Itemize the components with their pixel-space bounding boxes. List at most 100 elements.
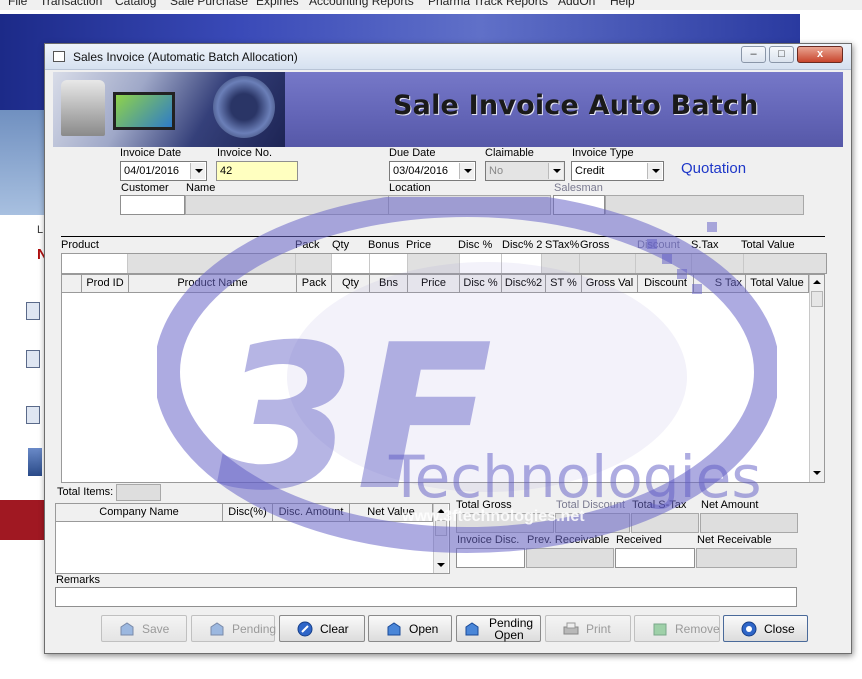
col-bns[interactable]: Bns bbox=[370, 275, 408, 292]
col-company-name[interactable]: Company Name bbox=[56, 504, 223, 521]
save-icon bbox=[120, 622, 134, 636]
window-close-button[interactable]: x bbox=[797, 46, 843, 63]
entry-header-stax: STax% bbox=[545, 239, 580, 251]
discount-input bbox=[636, 254, 692, 273]
product-entry-row bbox=[61, 253, 827, 274]
salesman-code-field[interactable] bbox=[553, 195, 605, 215]
report-icon[interactable] bbox=[26, 406, 40, 424]
chevron-down-icon[interactable] bbox=[190, 163, 205, 179]
col-price[interactable]: Price bbox=[408, 275, 460, 292]
due-date-picker[interactable]: 03/04/2016 bbox=[389, 161, 476, 181]
remarks-field[interactable] bbox=[55, 587, 797, 607]
scroll-down-icon[interactable] bbox=[434, 558, 448, 573]
qty-input[interactable] bbox=[332, 254, 370, 273]
col-disc[interactable]: Disc % bbox=[460, 275, 502, 292]
chevron-down-icon[interactable] bbox=[459, 163, 474, 179]
company-grid-scrollbar[interactable] bbox=[433, 504, 448, 573]
col-disc2[interactable]: Disc%2 bbox=[502, 275, 546, 292]
disc-input[interactable] bbox=[460, 254, 502, 273]
menu-file[interactable]: File bbox=[8, 0, 27, 8]
col-prod-id[interactable]: Prod ID bbox=[82, 275, 129, 292]
col-s-tax[interactable]: S Tax bbox=[694, 275, 746, 292]
menu-addon[interactable]: AddOn bbox=[558, 0, 595, 8]
col-product-name[interactable]: Product Name bbox=[129, 275, 297, 292]
invoice-no-field[interactable]: 42 bbox=[216, 161, 298, 181]
product-grid[interactable]: Prod ID Product Name Pack Qty Bns Price … bbox=[61, 274, 825, 483]
minimize-icon: – bbox=[750, 48, 757, 60]
disc2-input[interactable] bbox=[502, 254, 542, 273]
invoice-type-select[interactable]: Credit bbox=[571, 161, 664, 181]
invoice-date-picker[interactable]: 04/01/2016 bbox=[120, 161, 207, 181]
product-name-input[interactable] bbox=[128, 254, 296, 273]
col-qty[interactable]: Qty bbox=[332, 275, 370, 292]
customer-field[interactable] bbox=[120, 195, 185, 215]
scroll-up-icon[interactable] bbox=[434, 504, 448, 519]
dialog-titlebar[interactable]: Sales Invoice (Automatic Batch Allocatio… bbox=[45, 44, 851, 70]
total-items-label: Total Items: bbox=[57, 486, 114, 498]
total-gross-field bbox=[456, 513, 554, 533]
claimable-label: Claimable bbox=[485, 147, 534, 159]
scroll-down-icon[interactable] bbox=[810, 466, 824, 481]
remove-button[interactable]: Remove bbox=[634, 615, 720, 642]
salesman-name-field bbox=[605, 195, 804, 215]
print-button[interactable]: Print bbox=[545, 615, 631, 642]
close-icon bbox=[741, 621, 757, 637]
open-button[interactable]: Open bbox=[368, 615, 452, 642]
product-grid-scrollbar[interactable] bbox=[809, 275, 824, 482]
product-code-input[interactable] bbox=[62, 254, 128, 273]
menu-sale-purchase[interactable]: Sale Purchase bbox=[170, 0, 248, 8]
sales-invoice-dialog: Sales Invoice (Automatic Batch Allocatio… bbox=[44, 43, 852, 654]
pending-button[interactable]: Pending bbox=[191, 615, 277, 642]
claimable-select[interactable]: No bbox=[485, 161, 565, 181]
pending-open-icon bbox=[465, 622, 479, 636]
scroll-thumb[interactable] bbox=[435, 520, 447, 536]
col-net-value[interactable]: Net Value bbox=[350, 504, 433, 521]
pending-open-button[interactable]: Pending Open bbox=[456, 615, 541, 642]
section-divider bbox=[61, 236, 825, 237]
invoice-disc-field[interactable] bbox=[456, 548, 525, 568]
menu-pharma-track-reports[interactable]: Pharma Track Reports bbox=[428, 0, 548, 8]
entry-header-total-value: Total Value bbox=[741, 239, 795, 251]
menu-transaction[interactable]: Transaction bbox=[40, 0, 102, 8]
received-field[interactable] bbox=[615, 548, 695, 568]
scroll-thumb[interactable] bbox=[811, 291, 823, 307]
menu-help[interactable]: Help bbox=[610, 0, 635, 8]
menu-expiries[interactable]: Expiries bbox=[256, 0, 299, 8]
col-gross-val[interactable]: Gross Val bbox=[582, 275, 638, 292]
net-amount-label: Net Amount bbox=[701, 499, 759, 511]
chevron-down-icon[interactable] bbox=[548, 163, 563, 179]
menu-accounting-reports[interactable]: Accounting Reports bbox=[309, 0, 414, 8]
total-items-field bbox=[116, 484, 161, 501]
col-disc-amount[interactable]: Disc. Amount bbox=[273, 504, 350, 521]
pending-label: Pending bbox=[232, 622, 277, 636]
col-total-value[interactable]: Total Value bbox=[746, 275, 809, 292]
bonus-input[interactable] bbox=[370, 254, 408, 273]
net-receivable-label: Net Receivable bbox=[697, 534, 772, 546]
book-icon[interactable] bbox=[28, 448, 42, 476]
menu-catalog[interactable]: Catalog bbox=[115, 0, 156, 8]
pack-input bbox=[296, 254, 332, 273]
clear-label: Clear bbox=[320, 622, 349, 636]
clear-button[interactable]: Clear bbox=[279, 615, 365, 642]
close-button[interactable]: Close bbox=[723, 615, 808, 642]
minimize-button[interactable]: – bbox=[741, 46, 766, 63]
company-grid-header: Company Name Disc(%) Disc. Amount Net Va… bbox=[56, 504, 433, 522]
chevron-down-icon[interactable] bbox=[647, 163, 662, 179]
scroll-up-icon[interactable] bbox=[810, 275, 824, 290]
app-side-letter: L bbox=[37, 224, 44, 236]
total-stax-field bbox=[631, 513, 699, 533]
clear-icon bbox=[297, 621, 313, 637]
clock-image bbox=[213, 76, 275, 138]
company-grid[interactable]: Company Name Disc(%) Disc. Amount Net Va… bbox=[55, 503, 450, 574]
col-pack[interactable]: Pack bbox=[297, 275, 332, 292]
col-company-disc[interactable]: Disc(%) bbox=[223, 504, 273, 521]
invoice-header-banner: Sale Invoice Auto Batch bbox=[53, 72, 843, 147]
col-st[interactable]: ST % bbox=[546, 275, 582, 292]
header-title: Sale Invoice Auto Batch bbox=[393, 90, 759, 121]
quotation-label[interactable]: Quotation bbox=[681, 160, 746, 177]
col-discount[interactable]: Discount bbox=[638, 275, 694, 292]
document-icon[interactable] bbox=[26, 350, 40, 368]
document-icon[interactable] bbox=[26, 302, 40, 320]
save-button[interactable]: Save bbox=[101, 615, 187, 642]
maximize-button[interactable]: □ bbox=[769, 46, 794, 63]
